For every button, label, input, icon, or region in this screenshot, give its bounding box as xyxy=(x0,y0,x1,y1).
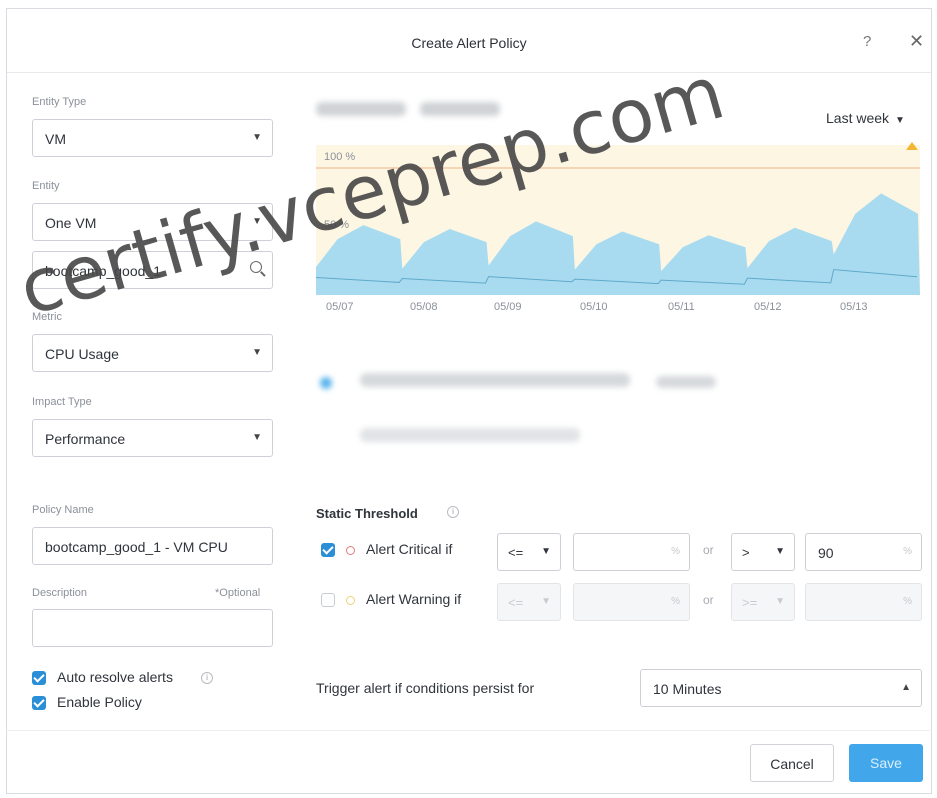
x-label: 05/12 xyxy=(754,301,782,313)
x-label: 05/11 xyxy=(668,301,695,313)
cpu-usage-chart: 100 % 50 % xyxy=(316,142,920,295)
warning-status-dot xyxy=(346,596,355,605)
blurred-row xyxy=(360,373,630,387)
warning-value-1[interactable]: % xyxy=(573,583,690,621)
entity-search-input[interactable]: bootcamp_good_1 xyxy=(32,251,273,289)
critical-op1-value: <= xyxy=(508,545,524,560)
x-label: 05/08 xyxy=(410,301,438,313)
help-icon[interactable]: ? xyxy=(863,33,871,50)
blurred-row xyxy=(360,428,580,442)
critical-value-2[interactable]: 90 % xyxy=(805,533,922,571)
entity-type-label: Entity Type xyxy=(32,96,87,108)
critical-status-dot xyxy=(346,546,355,555)
metric-select[interactable]: CPU Usage ▼ xyxy=(32,334,273,372)
warning-op1-value: <= xyxy=(508,595,524,610)
percent-unit: % xyxy=(671,546,680,557)
trigger-duration-value: 10 Minutes xyxy=(653,681,722,697)
chevron-down-icon: ▼ xyxy=(541,596,551,607)
blurred-chart-title xyxy=(420,102,500,116)
chevron-down-icon: ▼ xyxy=(775,596,785,607)
chevron-down-icon: ▼ xyxy=(252,347,262,358)
enable-policy-label: Enable Policy xyxy=(57,694,142,710)
y-label-100: 100 % xyxy=(324,151,355,163)
warning-operator-1[interactable]: <= ▼ xyxy=(497,583,561,621)
blurred-radio xyxy=(320,377,332,389)
entity-type-value: VM xyxy=(45,131,66,147)
critical-op2-value: > xyxy=(742,545,750,560)
blurred-row xyxy=(656,376,716,388)
period-value: Last week xyxy=(826,110,890,126)
chevron-up-icon: ▲ xyxy=(901,682,911,693)
blurred-chart-title xyxy=(316,102,406,116)
x-label: 05/10 xyxy=(580,301,608,313)
auto-resolve-checkbox[interactable] xyxy=(32,671,46,685)
critical-value-2-text: 90 xyxy=(818,545,834,561)
or-text: or xyxy=(703,593,714,607)
warning-value-2[interactable]: % xyxy=(805,583,922,621)
trigger-label: Trigger alert if conditions persist for xyxy=(316,680,535,696)
info-icon[interactable]: i xyxy=(447,506,459,518)
entity-type-select[interactable]: VM ▼ xyxy=(32,119,273,157)
alert-critical-checkbox[interactable] xyxy=(321,543,335,557)
impact-type-select[interactable]: Performance ▼ xyxy=(32,419,273,457)
x-label: 05/09 xyxy=(494,301,522,313)
chevron-down-icon: ▼ xyxy=(775,546,785,557)
entity-select[interactable]: One VM ▼ xyxy=(32,203,273,241)
entity-label: Entity xyxy=(32,180,60,192)
static-threshold-title: Static Threshold xyxy=(316,506,418,521)
entity-value: One VM xyxy=(45,215,97,231)
critical-operator-1[interactable]: <= ▼ xyxy=(497,533,561,571)
critical-operator-2[interactable]: > ▼ xyxy=(731,533,795,571)
footer-divider xyxy=(6,730,932,731)
chevron-down-icon: ▼ xyxy=(541,546,551,557)
policy-name-label: Policy Name xyxy=(32,504,94,516)
percent-unit: % xyxy=(903,546,912,557)
impact-type-value: Performance xyxy=(45,431,126,447)
chevron-down-icon: ▼ xyxy=(252,132,262,143)
entity-search-value: bootcamp_good_1 xyxy=(45,263,161,279)
x-label: 05/07 xyxy=(326,301,354,313)
warning-operator-2[interactable]: >= ▼ xyxy=(731,583,795,621)
period-select[interactable]: Last week ▼ xyxy=(826,110,905,126)
alert-warning-checkbox[interactable] xyxy=(321,593,335,607)
percent-unit: % xyxy=(671,596,680,607)
alert-warning-label: Alert Warning if xyxy=(366,591,462,607)
policy-name-input[interactable]: bootcamp_good_1 - VM CPU xyxy=(32,527,273,565)
static-threshold-title-text: Static Threshold xyxy=(316,506,418,521)
dialog-title: Create Alert Policy xyxy=(411,35,527,51)
critical-value-1[interactable]: % xyxy=(573,533,690,571)
chevron-down-icon: ▼ xyxy=(895,115,905,126)
info-icon[interactable]: i xyxy=(201,672,213,684)
description-label: Description xyxy=(32,587,88,599)
x-label: 05/13 xyxy=(840,301,868,313)
description-optional-label: *Optional xyxy=(215,587,261,599)
metric-value: CPU Usage xyxy=(45,346,119,362)
metric-label: Metric xyxy=(32,311,62,323)
chevron-down-icon: ▼ xyxy=(252,432,262,443)
dialog-header: Create Alert Policy ? ✕ xyxy=(7,9,931,73)
or-text: or xyxy=(703,543,714,557)
impact-type-label: Impact Type xyxy=(32,396,92,408)
alert-critical-label: Alert Critical if xyxy=(366,541,453,557)
save-button[interactable]: Save xyxy=(849,744,923,782)
trigger-duration-select[interactable]: 10 Minutes ▲ xyxy=(640,669,922,707)
enable-policy-checkbox[interactable] xyxy=(32,696,46,710)
policy-name-value: bootcamp_good_1 - VM CPU xyxy=(45,539,228,555)
description-input[interactable] xyxy=(32,609,273,647)
auto-resolve-label: Auto resolve alerts xyxy=(57,669,173,685)
percent-unit: % xyxy=(903,596,912,607)
close-icon[interactable]: ✕ xyxy=(909,31,924,52)
warning-op2-value: >= xyxy=(742,595,758,610)
search-icon xyxy=(250,261,262,273)
cancel-button[interactable]: Cancel xyxy=(750,744,834,782)
chevron-down-icon: ▼ xyxy=(252,216,262,227)
y-label-50: 50 % xyxy=(324,219,349,231)
